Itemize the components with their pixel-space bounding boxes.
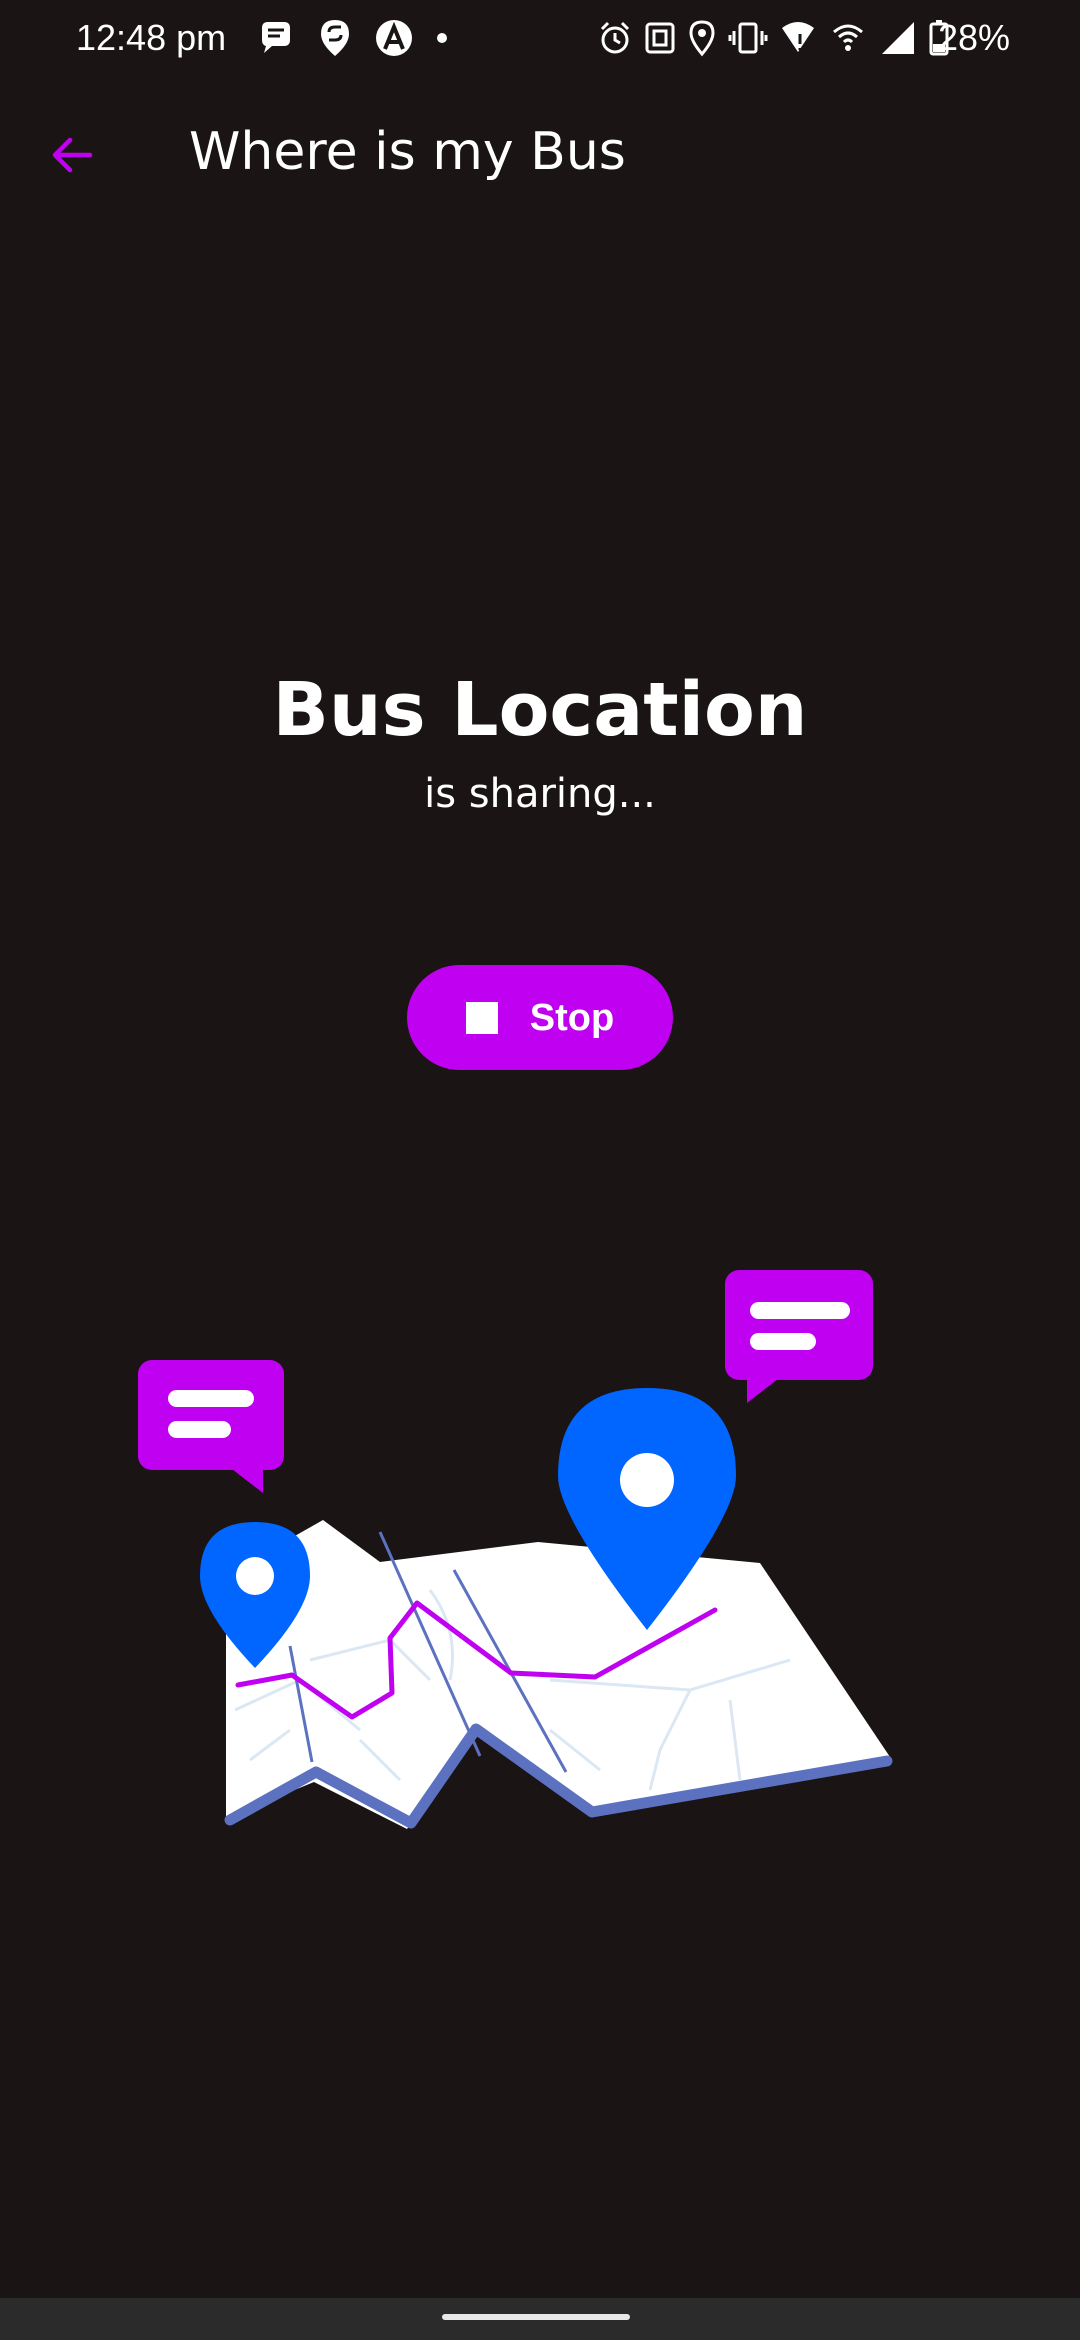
nfc-icon	[645, 22, 675, 54]
stop-button[interactable]: Stop	[407, 965, 673, 1070]
app-bar: Where is my Bus	[0, 76, 1080, 228]
bus-location-heading: Bus Location	[272, 667, 808, 753]
chat-bubble-left-icon	[138, 1360, 284, 1493]
cellular-signal-icon	[882, 22, 914, 54]
status-left-icons	[256, 16, 448, 60]
battery-percent: 28%	[937, 17, 1010, 58]
map-sheet	[224, 1520, 893, 1829]
messaging-icon	[262, 22, 290, 53]
arrow-back-icon	[52, 137, 93, 173]
dot-icon	[437, 33, 447, 43]
swiggy-icon	[321, 20, 349, 56]
back-button[interactable]	[30, 113, 114, 197]
status-right-icons	[598, 16, 950, 60]
hotspot-icon	[833, 24, 863, 51]
app-title: Where is my Bus	[189, 122, 626, 182]
map-location-illustration	[138, 1270, 893, 1829]
stop-button-label: Stop	[529, 996, 615, 1039]
stop-icon	[465, 1001, 498, 1034]
alarm-icon	[600, 21, 630, 54]
status-time: 12:48 pm	[76, 17, 227, 58]
wifi-icon	[782, 22, 814, 52]
location-icon	[689, 20, 715, 57]
chat-bubble-right-icon	[725, 1270, 873, 1403]
system-nav-bar	[0, 2298, 1080, 2340]
status-bar: 12:48 pm 28%	[0, 0, 1080, 76]
vibrate-icon	[728, 22, 768, 54]
arc-icon	[376, 20, 412, 56]
sharing-status-text: is sharing...	[424, 771, 656, 817]
home-gesture-handle[interactable]	[442, 2314, 630, 2320]
